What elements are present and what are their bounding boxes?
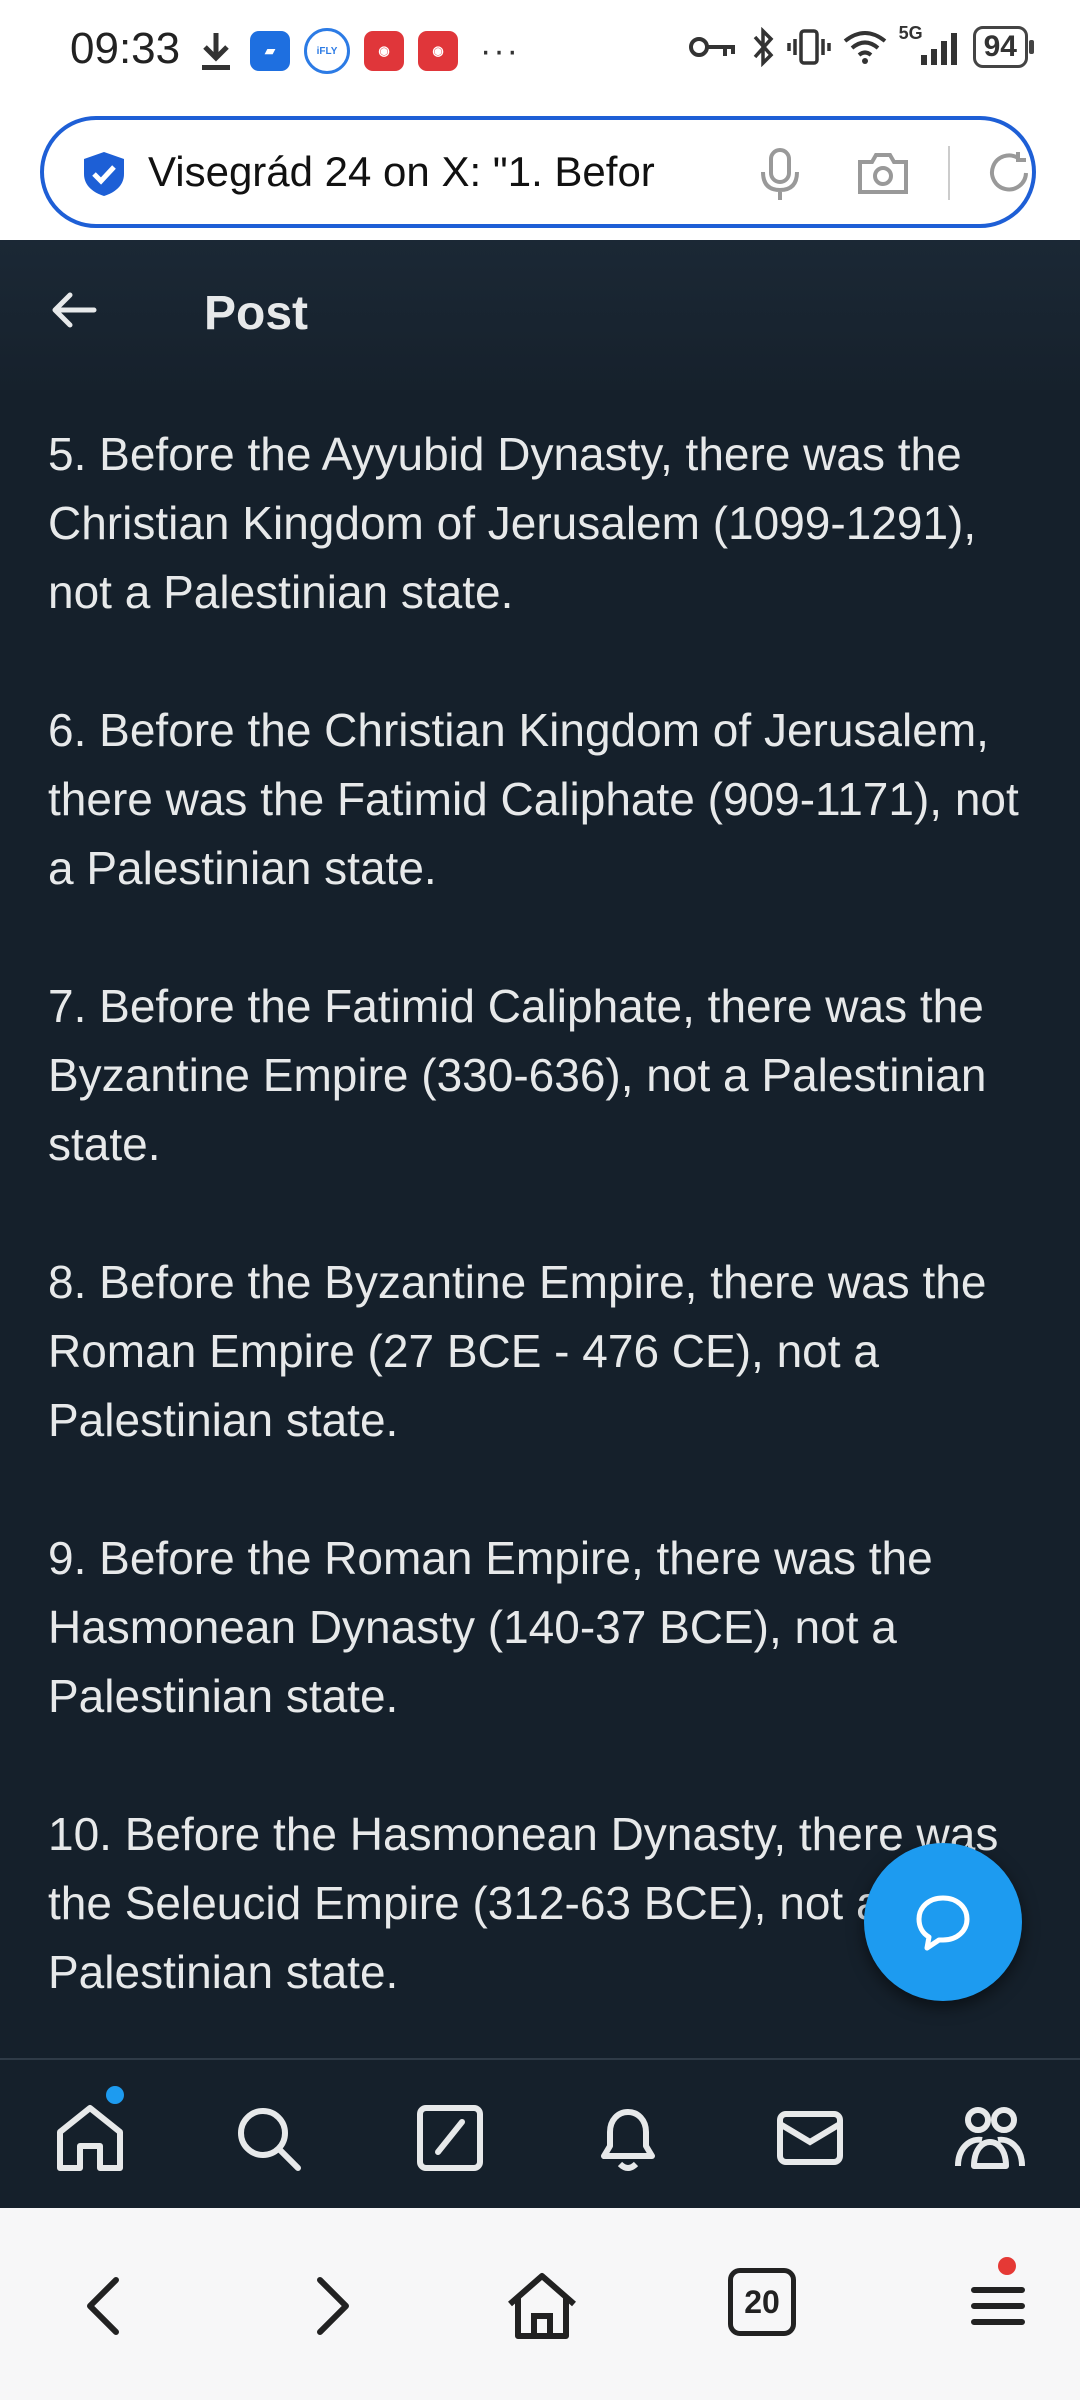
tabs-count-button[interactable]: 20 [728, 2268, 796, 2336]
messages-icon[interactable] [772, 2100, 848, 2176]
x-bottom-nav [0, 2058, 1080, 2210]
app-red-icon-2: ◉ [418, 31, 458, 71]
download-icon [202, 33, 230, 70]
app-red-icon: ◉ [364, 31, 404, 71]
address-bar[interactable]: Visegrád 24 on X: "1. Befor [40, 116, 1036, 228]
shield-icon [84, 152, 124, 196]
menu-notification-dot [998, 2257, 1016, 2275]
ifly-icon: iFLY [304, 28, 350, 74]
forward-icon[interactable] [290, 2266, 370, 2346]
post-text: 5. Before the Ayyubid Dynasty, there was… [48, 420, 1038, 2060]
browser-home-icon[interactable] [502, 2266, 582, 2346]
vibrate-icon [786, 29, 831, 65]
reload-icon[interactable] [984, 148, 1034, 198]
back-arrow-icon[interactable] [50, 286, 98, 334]
page-title: Post [204, 287, 309, 340]
reply-fab-button[interactable] [864, 1843, 1022, 2001]
browser-bottom-bar [0, 2208, 1080, 2400]
camera-icon[interactable] [856, 150, 910, 196]
more-notifications-icon: ··· [480, 31, 520, 70]
microphone-icon[interactable] [756, 146, 804, 204]
post-paragraph: 7. Before the Fatimid Caliphate, there w… [48, 980, 987, 1170]
key-icon [688, 37, 735, 57]
battery-indicator: 94 [972, 26, 1035, 68]
search-icon[interactable] [230, 2100, 306, 2176]
status-time: 09:33 [70, 24, 181, 73]
toolbar-divider [948, 146, 950, 200]
menu-icon[interactable] [960, 2266, 1040, 2346]
home-badge [106, 2086, 124, 2104]
browser-toolbar: Visegrád 24 on X: "1. Befor [0, 104, 1080, 240]
signal-icon: 5G [899, 23, 961, 67]
bluetooth-icon [753, 27, 774, 67]
app-bird-icon: ▰ [250, 31, 290, 71]
back-icon[interactable] [66, 2266, 146, 2346]
url-text[interactable]: Visegrád 24 on X: "1. Befor [148, 148, 718, 196]
post-header: Post [0, 240, 1080, 390]
home-icon[interactable] [52, 2100, 128, 2176]
communities-icon[interactable] [952, 2100, 1028, 2176]
notifications-icon[interactable] [590, 2100, 666, 2176]
system-icons: 5G 94 [688, 23, 1035, 68]
grok-icon[interactable] [412, 2100, 488, 2176]
post-paragraph: 8. Before the Byzantine Empire, there wa… [48, 1256, 987, 1446]
post-paragraph: 5. Before the Ayyubid Dynasty, there was… [48, 428, 977, 618]
post-paragraph: 6. Before the Christian Kingdom of Jerus… [48, 704, 1019, 894]
post-paragraph: 9. Before the Roman Empire, there was th… [48, 1532, 933, 1722]
wifi-icon [843, 31, 886, 64]
post-view: Post 5. Before the Ayyubid Dynasty, ther… [0, 240, 1080, 2060]
reply-bubble-icon [916, 1895, 970, 1951]
status-bar: 09:33 ▰ iFLY ◉ ◉ ··· 5G 94 [0, 0, 1080, 104]
notification-icons: ▰ iFLY ◉ ◉ ··· [196, 28, 520, 74]
